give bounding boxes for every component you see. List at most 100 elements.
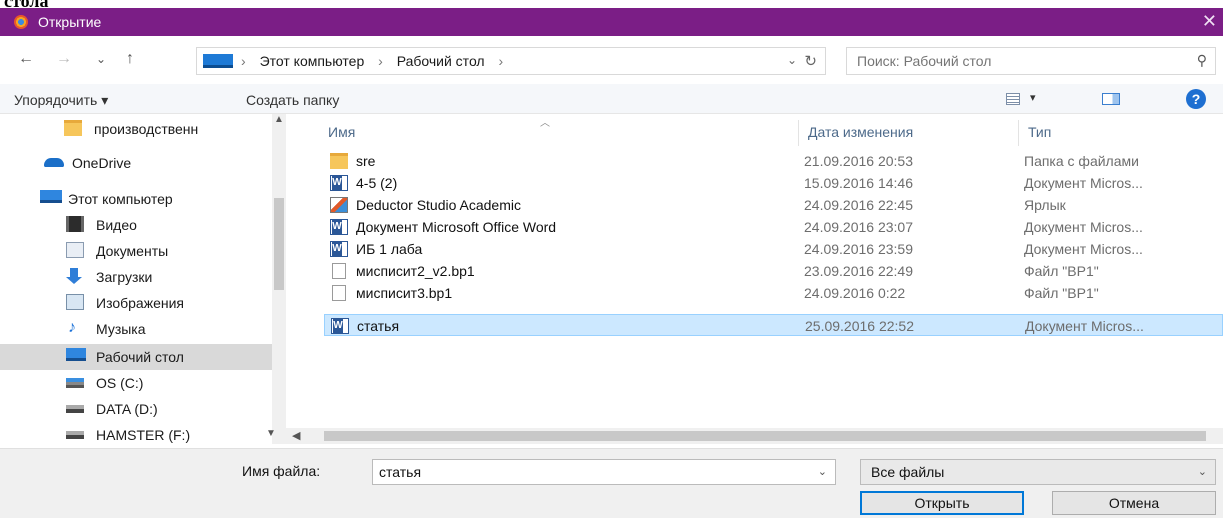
computer-icon: [203, 54, 233, 68]
file-date: 23.09.2016 22:49: [804, 263, 913, 279]
file-type: Документ Micros...: [1024, 175, 1143, 191]
file-name: Deductor Studio Academic: [356, 197, 521, 213]
file-type: Документ Micros...: [1024, 219, 1143, 235]
organize-button[interactable]: Упорядочить ▾: [14, 92, 108, 109]
sidebar-item-label: Рабочий стол: [96, 349, 184, 365]
word-document-icon: [331, 318, 349, 334]
file-date: 24.09.2016 0:22: [804, 285, 906, 301]
cancel-button-label: Отмена: [1108, 495, 1160, 511]
back-icon[interactable]: ←: [18, 50, 34, 68]
preview-pane-icon[interactable]: [1102, 93, 1120, 105]
file-row[interactable]: Deductor Studio Academic 24.09.2016 22:4…: [324, 194, 1223, 216]
sidebar-item-drive-c[interactable]: OS (C:): [0, 370, 272, 396]
close-button[interactable]: ✕: [1202, 11, 1217, 32]
file-icon: [332, 285, 346, 301]
sidebar-item-desktop[interactable]: Рабочий стол: [0, 344, 272, 370]
toolbar: Упорядочить ▾ Создать папку ▾ ?: [0, 84, 1223, 114]
file-row[interactable]: sre 21.09.2016 20:53 Папка с файлами: [324, 150, 1223, 172]
open-button[interactable]: Открыть: [860, 491, 1024, 515]
sidebar-item-production-folder[interactable]: производственн: [0, 116, 272, 142]
cancel-button[interactable]: Отмена: [1052, 491, 1216, 515]
new-folder-button[interactable]: Создать папку: [246, 92, 339, 108]
word-document-icon: [330, 219, 348, 235]
sidebar-item-drive-d[interactable]: DATA (D:): [0, 396, 272, 422]
file-row[interactable]: мисписит2_v2.bp1 23.09.2016 22:49 Файл "…: [324, 260, 1223, 282]
chevron-down-icon[interactable]: ⌄: [1198, 465, 1207, 478]
sidebar-scrollbar[interactable]: ▲: [272, 114, 286, 444]
filename-input[interactable]: [379, 464, 799, 480]
search-box[interactable]: ⚲: [846, 47, 1216, 75]
breadcrumb: › Этот компьютер › Рабочий стол ›: [241, 53, 513, 69]
horizontal-scrollbar[interactable]: ◀: [286, 428, 1223, 444]
scroll-left-icon[interactable]: ◀: [292, 429, 300, 442]
sidebar-item-label: Этот компьютер: [68, 191, 173, 207]
file-row-selected[interactable]: статья 25.09.2016 22:52 Документ Micros.…: [324, 314, 1223, 336]
drive-icon: [66, 431, 84, 439]
sidebar-item-onedrive[interactable]: OneDrive: [0, 150, 272, 176]
scroll-up-icon[interactable]: ▲: [274, 114, 284, 125]
breadcrumb-separator[interactable]: ›: [498, 53, 503, 69]
address-bar[interactable]: › Этот компьютер › Рабочий стол › ⌄ ↻: [196, 47, 826, 75]
file-name: Документ Microsoft Office Word: [356, 219, 557, 235]
file-name: sre: [356, 153, 376, 169]
search-input[interactable]: [857, 53, 1157, 69]
sidebar-item-label: OneDrive: [72, 155, 132, 171]
column-header-name[interactable]: Имя: [328, 124, 355, 152]
refresh-icon[interactable]: ↻: [804, 52, 817, 70]
column-header-type[interactable]: Тип: [1028, 124, 1051, 152]
recent-locations-icon[interactable]: ⌄: [96, 52, 106, 66]
title-bar: Открытие ✕: [0, 8, 1223, 36]
navigation-pane: производственн OneDrive Этот компьютер В…: [0, 114, 286, 444]
file-name: ИБ 1 лаба: [356, 241, 423, 257]
sidebar-item-label: HAMSTER (F:): [96, 427, 191, 443]
file-type-filter[interactable]: Все файлы ⌄: [860, 459, 1216, 485]
sidebar-item-label: производственн: [94, 121, 199, 137]
up-icon[interactable]: ↑: [126, 50, 134, 68]
scroll-down-icon[interactable]: ▼: [266, 428, 276, 439]
app-icon: [14, 15, 28, 29]
drive-icon: [66, 405, 84, 413]
sidebar-item-music[interactable]: ♪ Музыка: [0, 316, 272, 342]
sidebar-item-drive-f[interactable]: HAMSTER (F:): [0, 422, 272, 448]
file-date: 24.09.2016 23:59: [804, 241, 913, 257]
folder-icon: [64, 120, 82, 136]
word-document-icon: [330, 241, 348, 257]
view-dropdown-icon[interactable]: ▾: [1030, 91, 1036, 104]
file-date: 24.09.2016 22:45: [804, 197, 913, 213]
sidebar-item-label: Загрузки: [96, 269, 153, 285]
forward-icon[interactable]: →: [56, 50, 72, 68]
sidebar-item-pictures[interactable]: Изображения: [0, 290, 272, 316]
file-row[interactable]: Документ Microsoft Office Word 24.09.201…: [324, 216, 1223, 238]
address-dropdown-icon[interactable]: ⌄: [787, 53, 797, 67]
sidebar-item-video[interactable]: Видео: [0, 212, 272, 238]
column-header-date[interactable]: Дата изменения: [808, 124, 913, 152]
sidebar-item-downloads[interactable]: Загрузки: [0, 264, 272, 290]
file-date: 24.09.2016 23:07: [804, 219, 913, 235]
documents-icon: [66, 242, 84, 258]
file-row[interactable]: мисписит3.bp1 24.09.2016 0:22 Файл "BP1": [324, 282, 1223, 304]
scrollbar-thumb[interactable]: [324, 431, 1206, 441]
music-icon: ♪: [68, 319, 76, 336]
shortcut-icon: [330, 197, 348, 213]
sidebar-item-this-pc[interactable]: Этот компьютер: [0, 186, 272, 212]
file-row[interactable]: ИБ 1 лаба 24.09.2016 23:59 Документ Micr…: [324, 238, 1223, 260]
help-icon[interactable]: ?: [1186, 89, 1206, 109]
column-divider[interactable]: [798, 120, 799, 146]
search-icon[interactable]: ⚲: [1197, 52, 1207, 69]
scrollbar-thumb[interactable]: [274, 198, 284, 290]
file-list: ︿ Имя Дата изменения Тип sre 21.09.2016 …: [290, 114, 1223, 444]
file-type: Папка с файлами: [1024, 153, 1139, 169]
window-title: Открытие: [38, 14, 102, 30]
sidebar-item-documents[interactable]: Документы: [0, 238, 272, 264]
file-date: 25.09.2016 22:52: [805, 318, 914, 334]
breadcrumb-desktop[interactable]: Рабочий стол: [397, 53, 485, 69]
view-options-icon[interactable]: [1006, 93, 1020, 105]
open-button-label: Открыть: [914, 495, 970, 511]
column-divider[interactable]: [1018, 120, 1019, 146]
filename-field[interactable]: ⌄: [372, 459, 836, 485]
file-row[interactable]: 4-5 (2) 15.09.2016 14:46 Документ Micros…: [324, 172, 1223, 194]
chevron-down-icon[interactable]: ⌄: [818, 465, 827, 478]
breadcrumb-this-pc[interactable]: Этот компьютер: [260, 53, 365, 69]
sidebar-item-label: DATA (D:): [96, 401, 158, 417]
sidebar-item-label: Видео: [96, 217, 137, 233]
